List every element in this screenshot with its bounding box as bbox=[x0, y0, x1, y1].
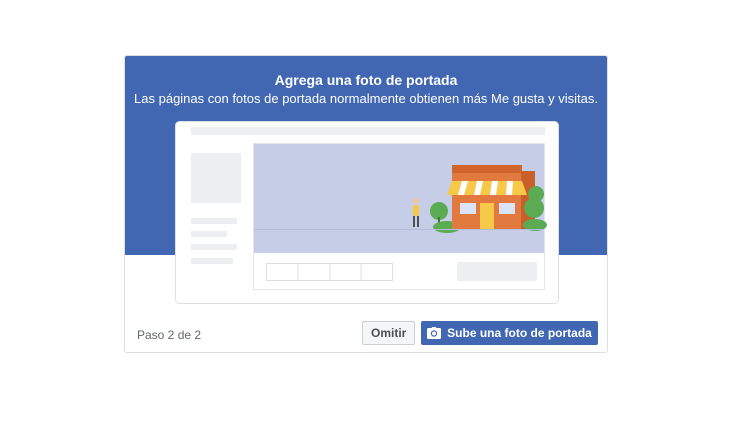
person-icon bbox=[413, 198, 419, 204]
cover-photo-dialog: Agrega una foto de portada Las páginas c… bbox=[124, 55, 608, 353]
preview-top-bar bbox=[191, 127, 545, 135]
preview-action-button bbox=[457, 262, 537, 281]
preview-sidebar-line bbox=[191, 258, 233, 264]
dialog-title: Agrega una foto de portada bbox=[274, 72, 458, 88]
camera-icon bbox=[427, 327, 442, 339]
page-preview-illustration bbox=[175, 121, 559, 304]
preview-profile-picture bbox=[191, 153, 241, 203]
upload-cover-button[interactable]: Sube una foto de portada bbox=[421, 321, 598, 345]
preview-sidebar-line bbox=[191, 231, 227, 237]
preview-sidebar-line bbox=[191, 244, 237, 250]
step-indicator: Paso 2 de 2 bbox=[137, 328, 202, 342]
preview-sidebar-line bbox=[191, 218, 237, 224]
skip-button[interactable]: Omitir bbox=[362, 321, 416, 345]
dialog-subtitle: Las páginas con fotos de portada normalm… bbox=[134, 91, 598, 106]
upload-cover-button-label: Sube una foto de portada bbox=[447, 326, 592, 340]
